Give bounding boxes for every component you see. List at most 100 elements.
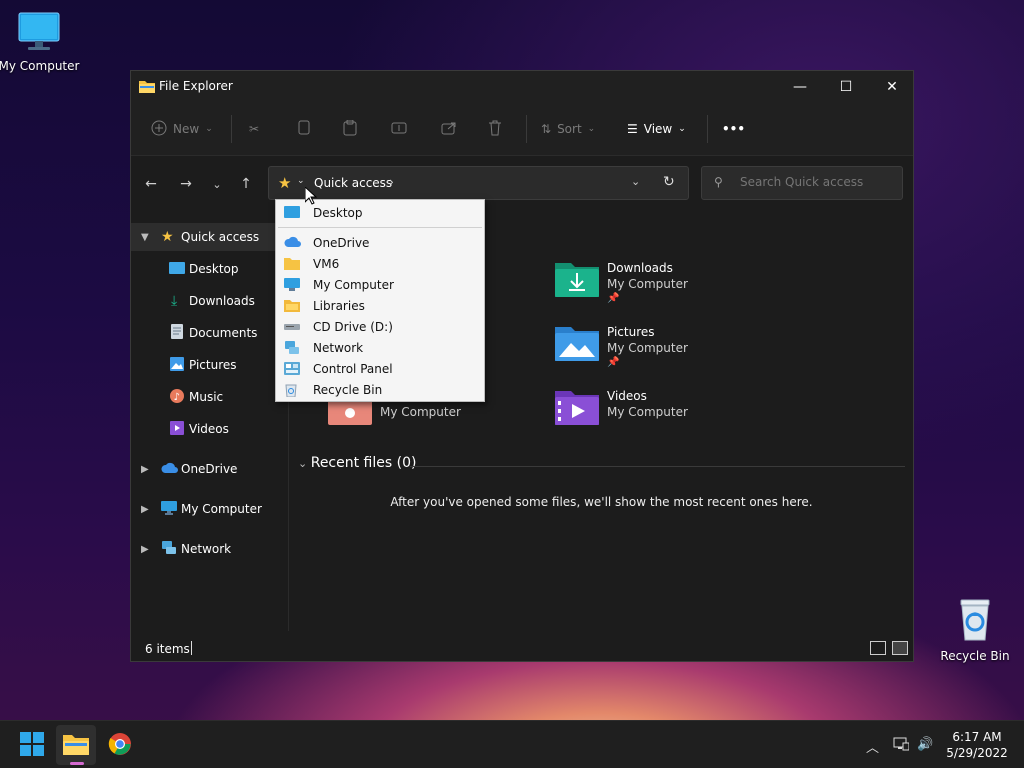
- cloud-icon: [161, 462, 179, 477]
- star-icon[interactable]: ★: [278, 174, 291, 192]
- menu-item-vm6[interactable]: VM6: [276, 253, 484, 274]
- refresh-icon[interactable]: ↻: [663, 174, 675, 190]
- title-bar[interactable]: File Explorer — ☐ ✕: [131, 71, 913, 103]
- breadcrumb-quick-access[interactable]: Quick access: [314, 176, 392, 190]
- divider: [191, 641, 192, 655]
- desktop-recycle-bin-label: Recycle Bin: [940, 649, 1010, 663]
- close-button[interactable]: ✕: [869, 71, 915, 103]
- sidebar-item-desktop[interactable]: Desktop: [131, 255, 289, 283]
- menu-item-label: VM6: [313, 257, 340, 271]
- rename-button[interactable]: [391, 117, 407, 141]
- star-icon: ★: [161, 229, 174, 245]
- windows-logo-icon: [20, 731, 44, 759]
- sort-label: Sort: [557, 122, 582, 136]
- new-button[interactable]: New ⌄: [151, 117, 213, 141]
- sidebar-item-documents[interactable]: Documents: [131, 319, 289, 347]
- desktop-recycle-bin[interactable]: Recycle Bin: [933, 596, 1017, 663]
- plus-circle-icon: [151, 120, 167, 139]
- chevron-down-icon[interactable]: ⌄: [297, 176, 305, 186]
- sidebar-item-downloads[interactable]: ⤓ Downloads: [131, 287, 289, 315]
- chevron-right-icon[interactable]: ▶: [141, 464, 149, 475]
- volume-icon[interactable]: 🔊: [917, 737, 933, 752]
- clock-time: 6:17 AM: [952, 730, 1002, 744]
- more-options-button[interactable]: •••: [722, 117, 745, 141]
- copy-button[interactable]: [297, 117, 311, 141]
- forward-button[interactable]: →: [174, 172, 198, 196]
- search-box[interactable]: ⚲: [701, 166, 903, 200]
- tile-name: Videos: [607, 389, 647, 403]
- cd-drive-icon: [284, 320, 300, 335]
- chevron-right-icon[interactable]: ▶: [141, 544, 149, 555]
- menu-item-my-computer[interactable]: My Computer: [276, 274, 484, 295]
- sidebar-item-label: Music: [189, 390, 224, 404]
- chevron-down-icon: ⌄: [205, 124, 213, 134]
- folder-tile-downloads[interactable]: Downloads My Computer 📌: [555, 259, 775, 315]
- paste-button[interactable]: [343, 117, 357, 141]
- recycle-bin-icon: [933, 596, 1017, 647]
- chevron-down-icon: ⌄: [587, 124, 596, 134]
- divider: [278, 227, 482, 228]
- system-clock[interactable]: 6:17 AM 5/29/2022: [942, 729, 1012, 761]
- share-button[interactable]: [441, 117, 457, 141]
- back-button[interactable]: ←: [139, 172, 163, 196]
- sidebar-item-label: My Computer: [181, 502, 262, 516]
- menu-item-network[interactable]: Network: [276, 337, 484, 358]
- sidebar-item-pictures[interactable]: Pictures: [131, 351, 289, 379]
- chevron-down-icon[interactable]: ▼: [141, 232, 149, 243]
- taskbar-file-explorer-button[interactable]: [56, 725, 96, 765]
- chevron-right-icon[interactable]: ›: [389, 175, 394, 189]
- libraries-folder-icon: [284, 299, 300, 315]
- desktop-my-computer[interactable]: My Computer: [0, 10, 81, 73]
- search-icon: ⚲: [714, 175, 723, 189]
- sidebar-item-network[interactable]: ▶ Network: [131, 535, 289, 563]
- menu-item-recycle-bin[interactable]: Recycle Bin: [276, 379, 484, 400]
- start-button[interactable]: [12, 725, 52, 765]
- cut-button[interactable]: ✂: [249, 117, 259, 141]
- tile-name: Pictures: [607, 325, 655, 339]
- folder-tile-pictures[interactable]: Pictures My Computer 📌: [555, 323, 775, 379]
- maximize-button[interactable]: ☐: [823, 71, 869, 103]
- trash-icon: [488, 120, 502, 139]
- view-button[interactable]: ☰ View ⌄: [627, 117, 686, 141]
- address-bar[interactable]: ★ ⌄ Quick access › ⌄ ↻: [268, 166, 689, 200]
- up-button[interactable]: ↑: [234, 172, 258, 196]
- sidebar-item-label: Videos: [189, 422, 229, 436]
- window-title: File Explorer: [159, 79, 233, 93]
- recent-files-header[interactable]: ⌄ Recent files (0): [298, 455, 416, 471]
- sidebar-item-my-computer[interactable]: ▶ My Computer: [131, 495, 289, 523]
- desktop-my-computer-label: My Computer: [0, 59, 80, 73]
- folder-tile-videos[interactable]: Videos My Computer: [555, 387, 775, 443]
- tiles-view-icon[interactable]: [892, 641, 908, 655]
- taskbar-chrome-button[interactable]: [100, 725, 140, 765]
- chevron-right-icon[interactable]: ▶: [141, 504, 149, 515]
- sidebar-item-music[interactable]: ♪ Music: [131, 383, 289, 411]
- recent-locations-button[interactable]: ⌄: [205, 172, 229, 196]
- menu-item-libraries[interactable]: Libraries: [276, 295, 484, 316]
- show-hidden-icons-chevron-up-icon[interactable]: ︿: [866, 737, 879, 756]
- recycle-bin-icon: [284, 383, 298, 400]
- sidebar-item-onedrive[interactable]: ▶ OneDrive: [131, 455, 289, 483]
- network-status-icon[interactable]: [893, 737, 910, 755]
- arrow-up-icon: ↑: [240, 176, 252, 192]
- sidebar-item-quick-access[interactable]: ▼ ★ Quick access: [131, 223, 289, 251]
- sort-button[interactable]: ⇅ Sort ⌄: [541, 117, 595, 141]
- tile-location: My Computer: [607, 277, 688, 291]
- details-view-icon[interactable]: [870, 641, 886, 655]
- minimize-button[interactable]: —: [777, 71, 823, 103]
- menu-item-control-panel[interactable]: Control Panel: [276, 358, 484, 379]
- address-history-dropdown-icon[interactable]: ⌄: [631, 175, 640, 188]
- menu-item-onedrive[interactable]: OneDrive: [276, 232, 484, 253]
- search-input[interactable]: [740, 175, 890, 189]
- menu-item-cd-drive[interactable]: CD Drive (D:): [276, 316, 484, 337]
- folder-icon: [139, 79, 155, 96]
- sidebar-item-label: Pictures: [189, 358, 237, 372]
- delete-button[interactable]: [488, 117, 502, 141]
- sidebar-item-videos[interactable]: Videos: [131, 415, 289, 443]
- maximize-icon: ☐: [839, 79, 853, 95]
- pin-icon: 📌: [607, 357, 620, 368]
- sidebar-item-label: Network: [181, 542, 232, 556]
- active-indicator: [70, 762, 84, 765]
- folder-icon: [284, 257, 300, 273]
- menu-item-label: Recycle Bin: [313, 383, 383, 397]
- item-count: 6 items: [145, 642, 190, 656]
